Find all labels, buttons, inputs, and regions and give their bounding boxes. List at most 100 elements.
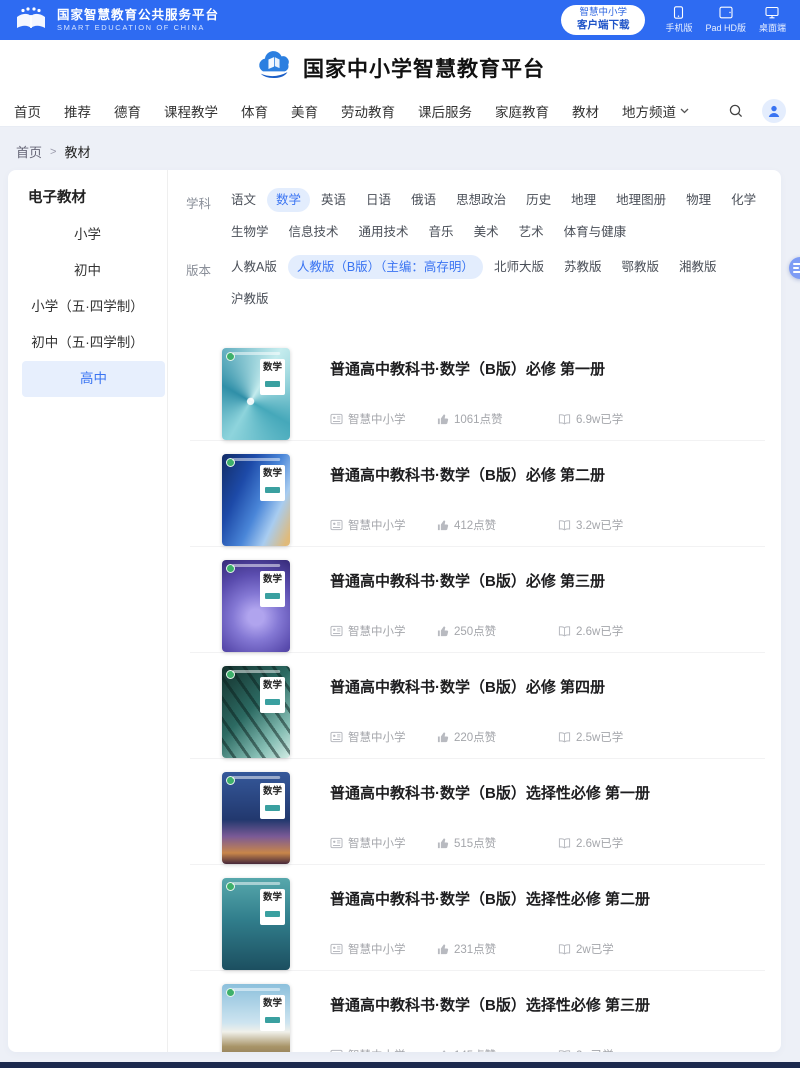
version-option[interactable]: 北师大版 [485, 255, 553, 279]
subject-filter-label: 学科 [186, 188, 222, 245]
nav-item[interactable]: 德育 [114, 101, 141, 121]
book-cover[interactable]: 数学 [222, 454, 290, 546]
book-title[interactable]: 普通高中教科书·数学（B版）选择性必修 第三册 [330, 994, 765, 1015]
subject-option[interactable]: 历史 [517, 188, 560, 212]
book-cover[interactable]: 数学 [222, 878, 290, 970]
nav-item[interactable]: 美育 [291, 101, 318, 121]
version-filter-row: 版本 人教A版 人教版（B版）（主编：高存明） 北师大版 苏教版 鄂教版 湘教版… [186, 255, 767, 312]
subject-option[interactable]: 通用技术 [350, 220, 418, 244]
open-book-icon [558, 625, 571, 637]
book-card[interactable]: 数学 普通高中教科书·数学（B版）必修 第一册 智慧中小学 1061点赞 [190, 335, 765, 441]
book-title[interactable]: 普通高中教科书·数学（B版）选择性必修 第二册 [330, 888, 765, 909]
sidebar-item[interactable]: 小学（五·四学制） [8, 289, 167, 325]
book-stats: 智慧中小学 1061点赞 6.9w已学 [330, 411, 765, 427]
book-card[interactable]: 数学 普通高中教科书·数学（B版）选择性必修 第二册 智慧中小学 231点赞 [190, 865, 765, 971]
likes-count: 220点赞 [454, 729, 496, 745]
sidebar-item[interactable]: 初中（五·四学制） [8, 325, 167, 361]
download-line1: 智慧中小学 [579, 8, 627, 19]
book-stats: 智慧中小学 250点赞 2.6w已学 [330, 623, 765, 639]
thumbs-up-icon [437, 837, 449, 849]
cover-subject-label: 数学 [260, 995, 285, 1031]
side-float-menu-button[interactable] [789, 257, 800, 279]
subject-filter-row: 学科 语文 数学 英语 日语 俄语 思想政治 历史 地理 [186, 188, 767, 245]
learned-stat: 6.9w已学 [558, 411, 623, 427]
book-title[interactable]: 普通高中教科书·数学（B版）必修 第四册 [330, 676, 765, 697]
open-book-icon [558, 731, 571, 743]
nav-item[interactable]: 首页 [14, 101, 41, 121]
version-option[interactable]: 湘教版 [670, 255, 726, 279]
book-card[interactable]: 数学 普通高中教科书·数学（B版）选择性必修 第一册 智慧中小学 515点赞 [190, 759, 765, 865]
sidebar-item[interactable]: 小学 [8, 217, 167, 253]
client-pad[interactable]: Pad HD版 [705, 6, 746, 34]
subject-option[interactable]: 信息技术 [280, 220, 348, 244]
search-icon[interactable] [728, 103, 744, 119]
publisher-name: 智慧中小学 [348, 1047, 406, 1052]
version-option[interactable]: 人教版（B版）（主编：高存明） [288, 255, 483, 279]
client-phone[interactable]: 手机版 [665, 6, 692, 34]
nav-item[interactable]: 课程教学 [164, 101, 218, 121]
subject-option[interactable]: 英语 [312, 188, 355, 212]
subject-option[interactable]: 日语 [357, 188, 400, 212]
nav-item[interactable]: 教材 [572, 101, 599, 121]
book-cover[interactable]: 数学 [222, 560, 290, 652]
nav-item[interactable]: 课后服务 [418, 101, 472, 121]
subject-option[interactable]: 思想政治 [447, 188, 515, 212]
subject-option[interactable]: 美术 [465, 220, 508, 244]
subject-option[interactable]: 数学 [267, 188, 310, 212]
book-cover[interactable]: 数学 [222, 348, 290, 440]
likes-count: 231点赞 [454, 941, 496, 957]
sidebar-item[interactable]: 高中 [22, 361, 165, 397]
book-card[interactable]: 数学 普通高中教科书·数学（B版）必修 第四册 智慧中小学 220点赞 [190, 653, 765, 759]
nav-item[interactable]: 劳动教育 [341, 101, 395, 121]
nav-item[interactable]: 家庭教育 [495, 101, 549, 121]
book-cover[interactable]: 数学 [222, 772, 290, 864]
breadcrumb-separator: > [50, 146, 56, 158]
book-title[interactable]: 普通高中教科书·数学（B版）必修 第二册 [330, 464, 765, 485]
book-card[interactable]: 数学 普通高中教科书·数学（B版）必修 第三册 智慧中小学 250点赞 [190, 547, 765, 653]
learned-stat: 3.2w已学 [558, 517, 623, 533]
subject-option[interactable]: 艺术 [510, 220, 553, 244]
book-cover[interactable]: 数学 [222, 984, 290, 1052]
open-book-icon [558, 519, 571, 531]
client-download-button[interactable]: 智慧中小学 客户端下载 [561, 5, 646, 35]
client-desktop[interactable]: 桌面端 [759, 6, 786, 34]
subject-option[interactable]: 地理图册 [607, 188, 675, 212]
subject-option[interactable]: 体育与健康 [555, 220, 636, 244]
version-filter-label: 版本 [186, 255, 222, 312]
nav-item-local-channels[interactable]: 地方频道 [622, 101, 689, 121]
publisher-name: 智慧中小学 [348, 941, 406, 957]
subject-option[interactable]: 化学 [722, 188, 765, 212]
subject-option[interactable]: 地理 [562, 188, 605, 212]
client-phone-label: 手机版 [665, 21, 692, 34]
subject-option[interactable]: 俄语 [402, 188, 445, 212]
book-title[interactable]: 普通高中教科书·数学（B版）选择性必修 第一册 [330, 782, 765, 803]
subject-option[interactable]: 音乐 [420, 220, 463, 244]
book-card[interactable]: 数学 普通高中教科书·数学（B版）选择性必修 第三册 智慧中小学 145点赞 [190, 971, 765, 1052]
publisher-stat: 智慧中小学 [330, 623, 437, 639]
footer-bar [0, 1062, 800, 1068]
book-cover[interactable]: 数学 [222, 666, 290, 758]
version-option[interactable]: 苏教版 [555, 255, 611, 279]
user-avatar[interactable] [762, 99, 786, 123]
version-option[interactable]: 鄂教版 [612, 255, 668, 279]
book-card[interactable]: 数学 普通高中教科书·数学（B版）必修 第二册 智慧中小学 412点赞 [190, 441, 765, 547]
version-option[interactable]: 人教A版 [222, 255, 286, 279]
subject-option[interactable]: 生物学 [222, 220, 278, 244]
likes-count: 412点赞 [454, 517, 496, 533]
publisher-stat: 智慧中小学 [330, 411, 437, 427]
publisher-name: 智慧中小学 [348, 729, 406, 745]
textbook-content: 学科 语文 数学 英语 日语 俄语 思想政治 历史 地理 [168, 170, 781, 1052]
nav-item[interactable]: 推荐 [64, 101, 91, 121]
version-option[interactable]: 沪教版 [222, 287, 278, 311]
sidebar-item[interactable]: 初中 [8, 253, 167, 289]
nav-item[interactable]: 体育 [241, 101, 268, 121]
breadcrumb-home[interactable]: 首页 [16, 142, 42, 161]
learned-count: 2.6w已学 [576, 623, 623, 639]
learned-count: 2.5w已学 [576, 729, 623, 745]
book-title[interactable]: 普通高中教科书·数学（B版）必修 第三册 [330, 570, 765, 591]
subject-option[interactable]: 语文 [222, 188, 265, 212]
subject-option[interactable]: 物理 [677, 188, 720, 212]
book-title[interactable]: 普通高中教科书·数学（B版）必修 第一册 [330, 358, 765, 379]
cover-subject-label: 数学 [260, 465, 285, 501]
cover-subject-label: 数学 [260, 889, 285, 925]
